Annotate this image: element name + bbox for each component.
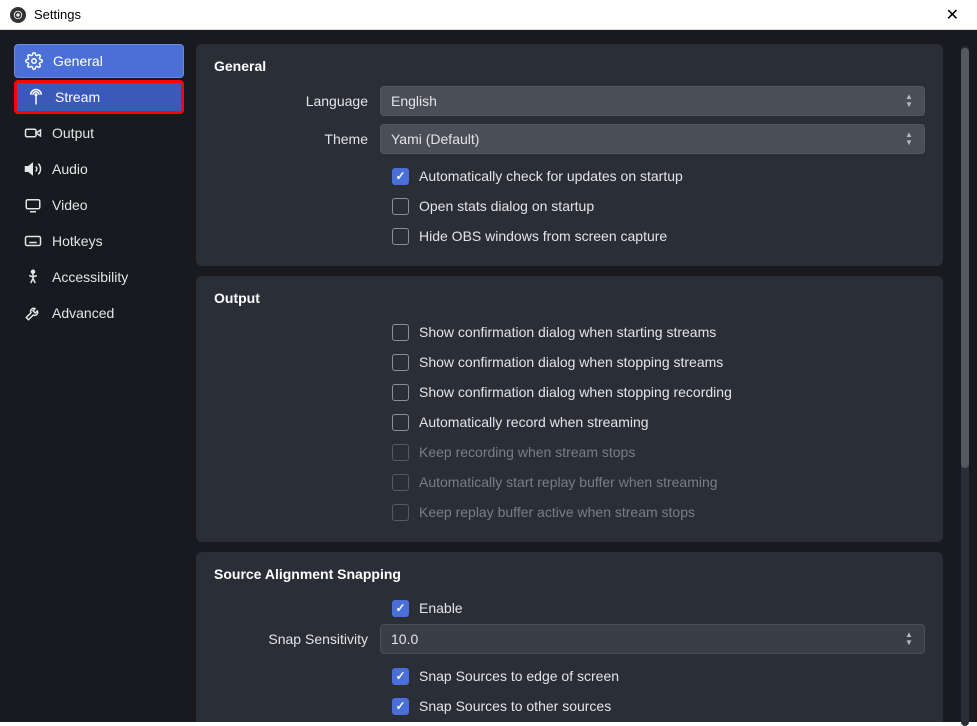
accessibility-icon (24, 268, 42, 286)
sidebar-item-label: Output (52, 125, 94, 141)
chk-snap-edge[interactable]: Snap Sources to edge of screen (392, 662, 925, 690)
snap-sensitivity-value: 10.0 (391, 631, 418, 647)
keyboard-icon (24, 232, 42, 250)
chk-auto-replay-label: Automatically start replay buffer when s… (419, 474, 718, 490)
checkbox-icon (392, 354, 409, 371)
titlebar: Settings ✕ (0, 0, 977, 30)
chk-stats[interactable]: Open stats dialog on startup (392, 192, 925, 220)
chk-stop-recording-label: Show confirmation dialog when stopping r… (419, 384, 732, 400)
sidebar-item-label: Hotkeys (52, 233, 103, 249)
sidebar-item-label: Audio (52, 161, 88, 177)
gear-icon (25, 52, 43, 70)
checkbox-icon (392, 504, 409, 521)
titlebar-left: Settings (10, 7, 81, 23)
chk-stop-streams[interactable]: Show confirmation dialog when stopping s… (392, 348, 925, 376)
chk-snap-other-label: Snap Sources to other sources (419, 698, 611, 714)
chk-snap-edge-label: Snap Sources to edge of screen (419, 668, 619, 684)
checkbox-icon (392, 414, 409, 431)
chk-snap-enable[interactable]: Enable (392, 594, 925, 622)
sidebar-item-audio[interactable]: Audio (14, 152, 184, 186)
sidebar: General Stream Output Audio Video (14, 44, 184, 722)
checkbox-icon (392, 474, 409, 491)
theme-select[interactable]: Yami (Default) ▲▼ (380, 124, 925, 154)
chk-keep-recording: Keep recording when stream stops (392, 438, 925, 466)
chk-stats-label: Open stats dialog on startup (419, 198, 594, 214)
section-general: General Language English ▲▼ Theme Yami (… (196, 44, 943, 266)
sidebar-item-stream[interactable]: Stream (14, 80, 184, 114)
checkbox-icon (392, 698, 409, 715)
sidebar-item-video[interactable]: Video (14, 188, 184, 222)
section-output: Output Show confirmation dialog when sta… (196, 276, 943, 542)
theme-label: Theme (214, 131, 380, 147)
checkbox-icon (392, 444, 409, 461)
chk-stop-recording[interactable]: Show confirmation dialog when stopping r… (392, 378, 925, 406)
window-title: Settings (34, 7, 81, 22)
sidebar-item-accessibility[interactable]: Accessibility (14, 260, 184, 294)
chevron-updown-icon: ▲▼ (902, 625, 916, 653)
content-pane: General Language English ▲▼ Theme Yami (… (196, 44, 949, 722)
checkbox-icon (392, 600, 409, 617)
close-button[interactable]: ✕ (938, 1, 967, 29)
sidebar-item-label: General (53, 53, 103, 69)
snap-sensitivity-label: Snap Sensitivity (214, 631, 380, 647)
window-body: General Stream Output Audio Video (0, 30, 977, 722)
chk-hideobs[interactable]: Hide OBS windows from screen capture (392, 222, 925, 250)
sidebar-item-hotkeys[interactable]: Hotkeys (14, 224, 184, 258)
chevron-updown-icon: ▲▼ (902, 87, 916, 115)
chk-keep-replay: Keep replay buffer active when stream st… (392, 498, 925, 526)
sidebar-item-label: Stream (55, 89, 100, 105)
snap-sensitivity-input[interactable]: 10.0 ▲▼ (380, 624, 925, 654)
section-snapping: Source Alignment Snapping Enable Snap Se… (196, 552, 943, 722)
row-snap-sensitivity: Snap Sensitivity 10.0 ▲▼ (214, 624, 925, 654)
chk-updates-label: Automatically check for updates on start… (419, 168, 683, 184)
chk-hideobs-label: Hide OBS windows from screen capture (419, 228, 667, 244)
tools-icon (24, 304, 42, 322)
row-theme: Theme Yami (Default) ▲▼ (214, 124, 925, 154)
chevron-updown-icon: ▲▼ (902, 125, 916, 153)
speaker-icon (24, 160, 42, 178)
sidebar-item-label: Advanced (52, 305, 114, 321)
section-title-snapping: Source Alignment Snapping (214, 566, 925, 582)
chk-snap-enable-label: Enable (419, 600, 463, 616)
checkbox-icon (392, 384, 409, 401)
checkbox-icon (392, 228, 409, 245)
language-label: Language (214, 93, 380, 109)
chk-start-streams[interactable]: Show confirmation dialog when starting s… (392, 318, 925, 346)
sidebar-item-label: Video (52, 197, 88, 213)
antenna-icon (27, 88, 45, 106)
row-language: Language English ▲▼ (214, 86, 925, 116)
chk-updates[interactable]: Automatically check for updates on start… (392, 162, 925, 190)
section-title-general: General (214, 58, 925, 74)
vertical-scrollbar[interactable] (961, 46, 969, 726)
sidebar-item-label: Accessibility (52, 269, 128, 285)
chk-start-streams-label: Show confirmation dialog when starting s… (419, 324, 716, 340)
chk-auto-replay: Automatically start replay buffer when s… (392, 468, 925, 496)
section-title-output: Output (214, 290, 925, 306)
chk-keep-replay-label: Keep replay buffer active when stream st… (419, 504, 695, 520)
theme-value: Yami (Default) (391, 131, 479, 147)
monitor-icon (24, 196, 42, 214)
language-value: English (391, 93, 437, 109)
checkbox-icon (392, 198, 409, 215)
app-icon (10, 7, 26, 23)
chk-keep-recording-label: Keep recording when stream stops (419, 444, 635, 460)
chk-stop-streams-label: Show confirmation dialog when stopping s… (419, 354, 723, 370)
sidebar-item-output[interactable]: Output (14, 116, 184, 150)
chk-auto-record[interactable]: Automatically record when streaming (392, 408, 925, 436)
chk-snap-other[interactable]: Snap Sources to other sources (392, 692, 925, 720)
chk-auto-record-label: Automatically record when streaming (419, 414, 649, 430)
checkbox-icon (392, 668, 409, 685)
sidebar-item-general[interactable]: General (14, 44, 184, 78)
checkbox-icon (392, 168, 409, 185)
language-select[interactable]: English ▲▼ (380, 86, 925, 116)
camera-icon (24, 124, 42, 142)
scrollbar-thumb[interactable] (961, 48, 969, 468)
checkbox-icon (392, 324, 409, 341)
sidebar-item-advanced[interactable]: Advanced (14, 296, 184, 330)
